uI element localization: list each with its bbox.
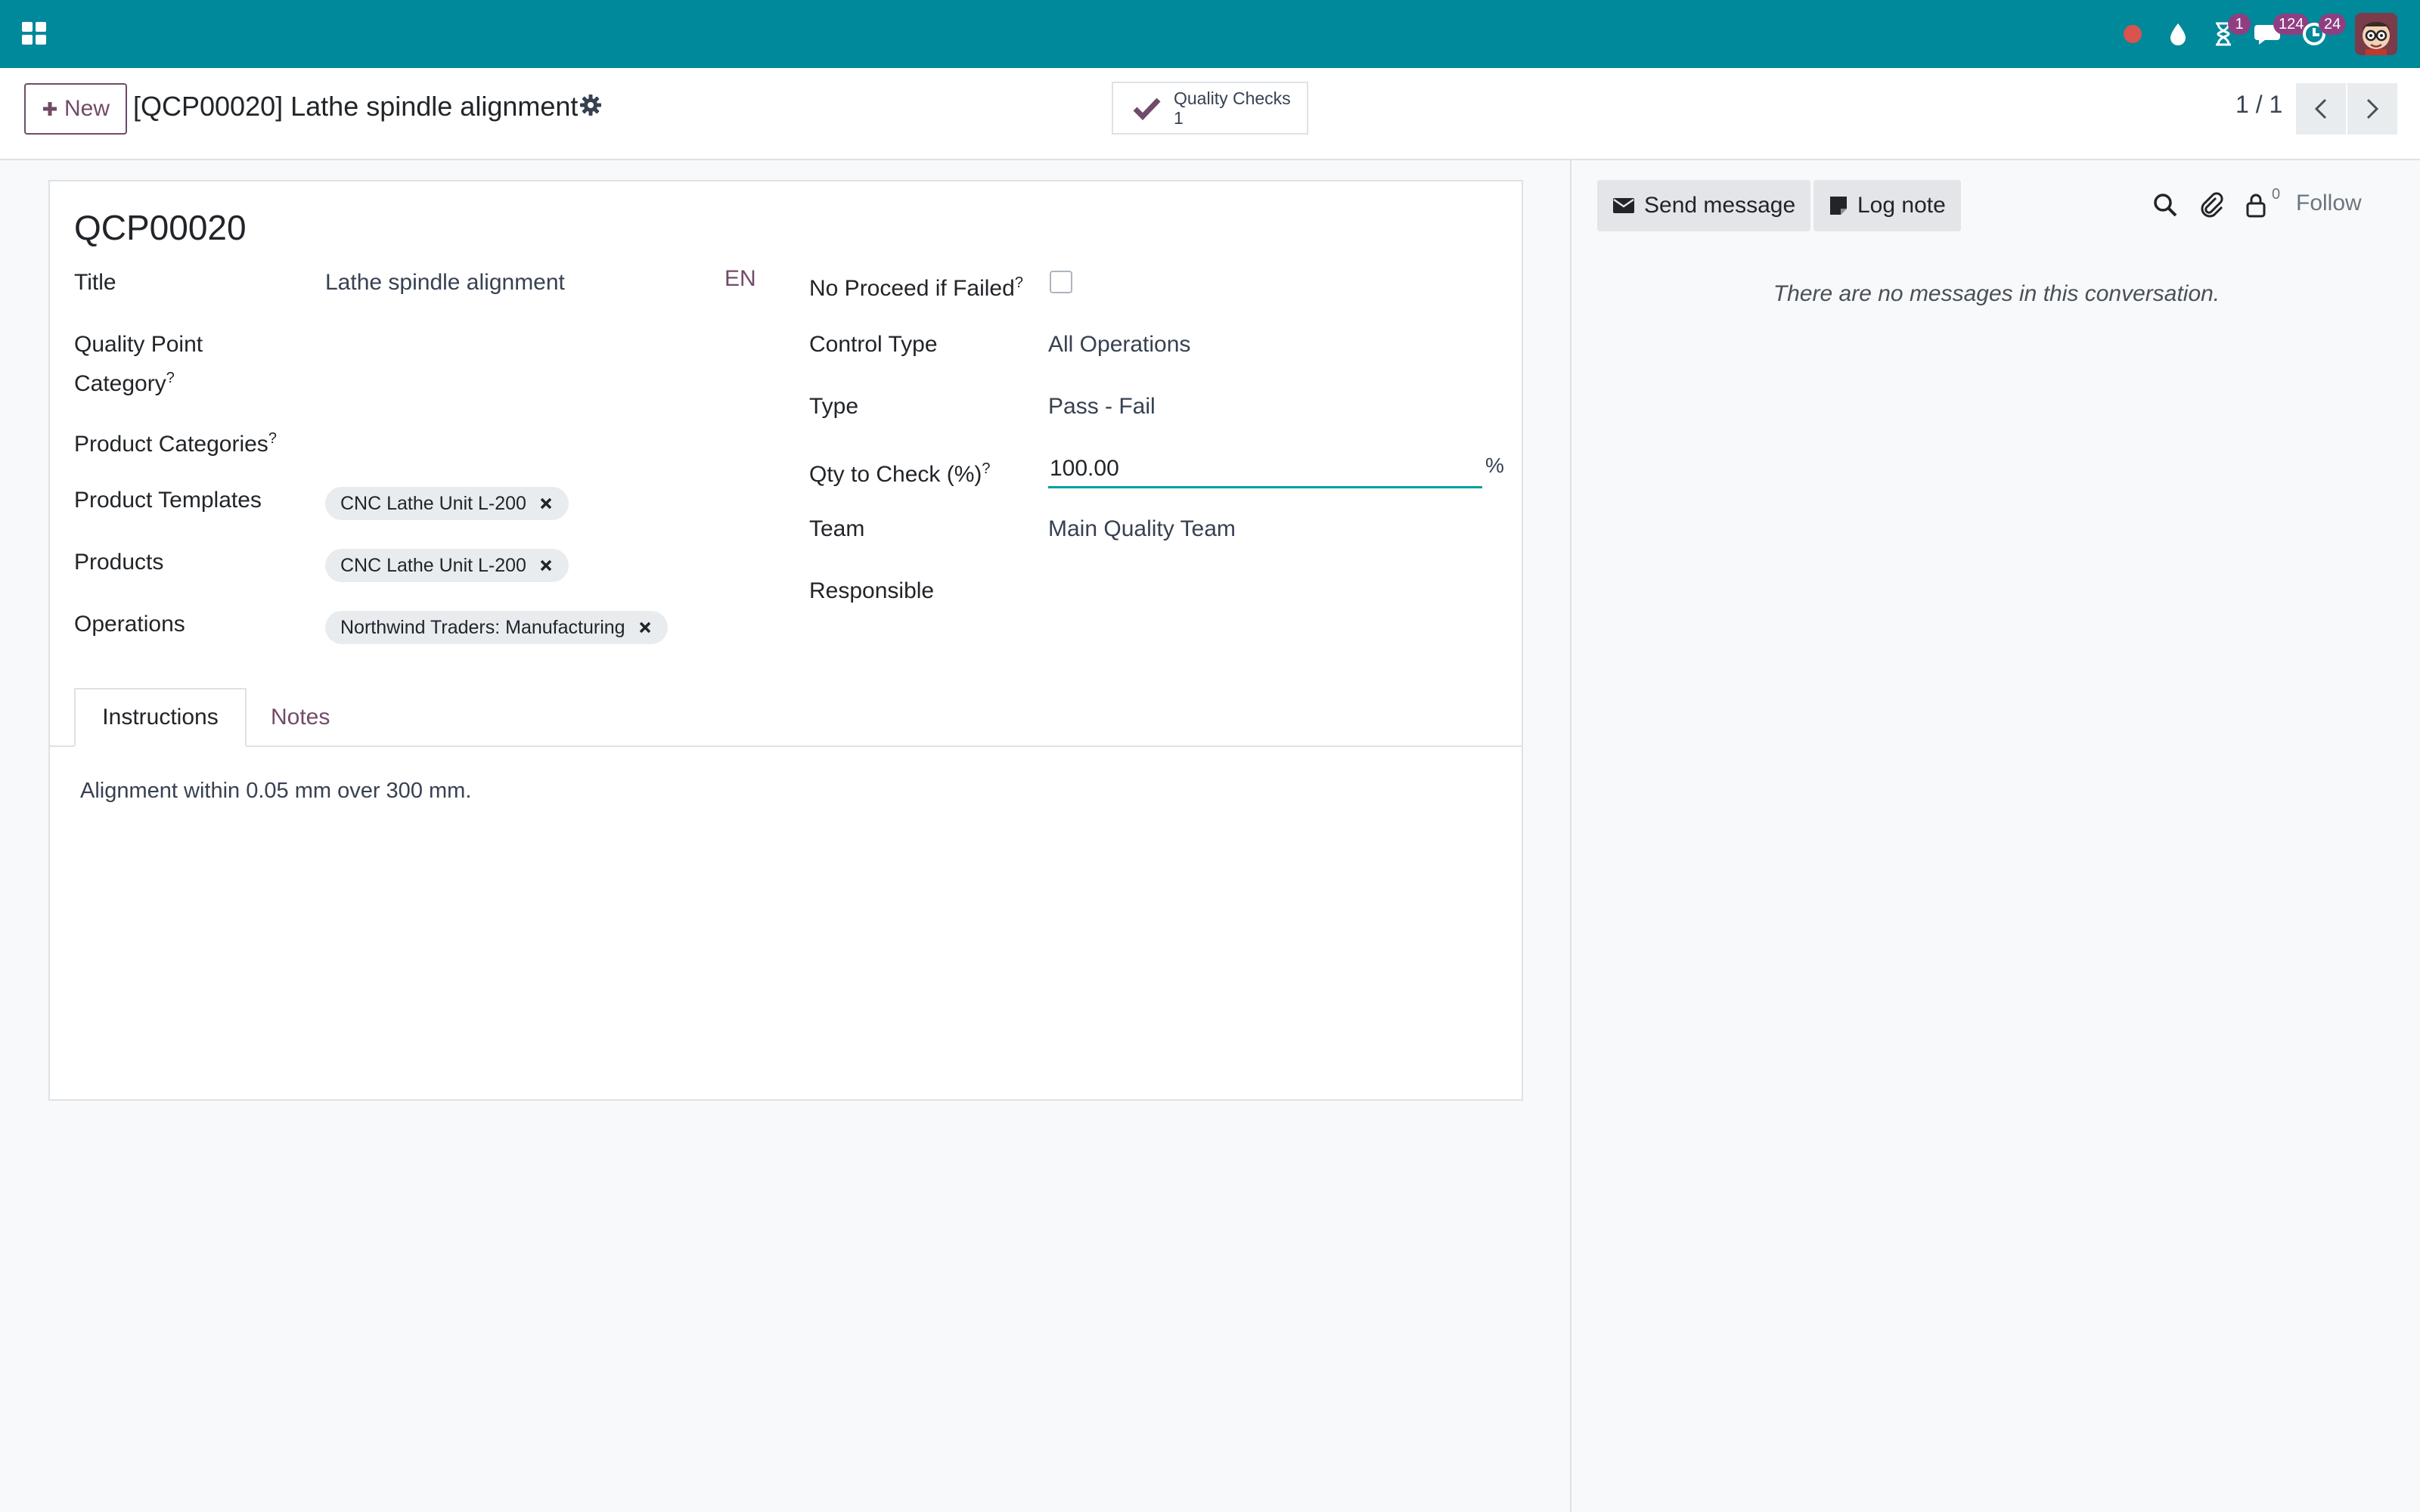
language-button[interactable]: EN (724, 266, 756, 292)
responsible-label: Responsible (809, 578, 935, 603)
tag-label: Northwind Traders: Manufacturing (340, 616, 625, 638)
pager-previous-button[interactable] (2296, 83, 2346, 135)
type-value[interactable]: Pass - Fail (1048, 390, 1156, 423)
quality-checks-smart-button[interactable]: Quality Checks 1 (1112, 82, 1308, 135)
team-value[interactable]: Main Quality Team (1048, 513, 1236, 546)
plus-icon (42, 102, 57, 116)
activity-badge: 24 (2319, 14, 2347, 35)
drop-icon (2170, 23, 2186, 45)
systray-activities[interactable]: 1 (2201, 0, 2251, 68)
product-template-tag: CNC Lathe Unit L-200 (325, 487, 569, 520)
pager-next-button[interactable] (2347, 83, 2397, 135)
tabs-divider (50, 745, 1522, 747)
followers-count: 0 (2272, 186, 2281, 203)
empty-conversation-text: There are no messages in this conversati… (1773, 281, 2220, 306)
send-message-button[interactable]: Send message (1597, 180, 1811, 231)
avatar[interactable] (2355, 13, 2397, 55)
search-icon[interactable] (2152, 192, 2178, 218)
systray: 1 124 24 (2110, 0, 2397, 68)
product-categories-label-text: Product Categories (74, 432, 268, 457)
help-mark[interactable]: ? (268, 430, 277, 447)
help-mark[interactable]: ? (982, 460, 990, 477)
page-title: [QCP00020] Lathe spindle alignment (133, 91, 579, 122)
systray-recording[interactable] (2110, 0, 2155, 68)
control-type-value[interactable]: All Operations (1048, 328, 1190, 361)
check-icon (1133, 98, 1161, 121)
followers-icon[interactable] (2243, 192, 2269, 218)
help-mark[interactable]: ? (166, 370, 175, 386)
qp-category-label-line2: Category (74, 371, 166, 396)
chatter-divider (1570, 160, 1571, 1512)
smart-button-label: Quality Checks (1174, 88, 1291, 108)
help-mark[interactable]: ? (1015, 274, 1023, 291)
quality-point-category-label: Quality Point (74, 328, 203, 361)
envelope-icon (1613, 198, 1634, 213)
log-note-button[interactable]: Log note (1813, 180, 1961, 231)
pager-value[interactable]: 1 / 1 (2235, 91, 2282, 119)
new-button-label: New (64, 96, 110, 121)
no-proceed-label-text: No Proceed if Failed (809, 276, 1015, 301)
operation-tag: Northwind Traders: Manufacturing (325, 611, 668, 644)
systray-drop[interactable] (2155, 0, 2201, 68)
products-label: Products (74, 550, 164, 575)
product-templates-label: Product Templates (74, 488, 262, 513)
control-type-label: Control Type (809, 332, 938, 357)
tag-label: CNC Lathe Unit L-200 (340, 554, 526, 576)
apps-grid-icon[interactable] (21, 20, 48, 47)
product-categories-label: Product Categories? (74, 422, 277, 461)
qty-to-check-input[interactable] (1048, 451, 1482, 488)
qp-category-label-line1: Quality Point (74, 332, 203, 357)
control-panel: New [QCP00020] Lathe spindle alignment Q… (0, 68, 2420, 160)
title-value[interactable]: Lathe spindle alignment (325, 266, 565, 299)
tag-label: CNC Lathe Unit L-200 (340, 492, 526, 514)
close-icon[interactable] (638, 620, 653, 635)
tab-instructions[interactable]: Instructions (74, 688, 247, 747)
type-label: Type (809, 394, 859, 419)
qty-label-text: Qty to Check (%) (809, 462, 982, 487)
instructions-text[interactable]: Alignment within 0.05 mm over 300 mm. (80, 779, 471, 804)
qty-unit: % (1485, 454, 1504, 477)
no-proceed-checkbox[interactable] (1050, 271, 1072, 293)
gear-icon[interactable] (579, 94, 602, 116)
log-note-label: Log note (1857, 193, 1946, 218)
systray-activity-clock[interactable]: 24 (2291, 0, 2347, 68)
form-sheet: QCP00020 Title Lathe spindle alignment E… (48, 180, 1523, 1101)
chevron-right-icon (2366, 98, 2379, 119)
qty-to-check-label: Qty to Check (%)? (809, 452, 991, 491)
close-icon[interactable] (538, 496, 554, 511)
team-label: Team (809, 516, 865, 541)
title-label: Title (74, 270, 116, 295)
operations-label: Operations (74, 612, 185, 637)
no-proceed-label: No Proceed if Failed? (809, 266, 1023, 305)
new-button[interactable]: New (24, 83, 127, 135)
send-message-label: Send message (1644, 193, 1796, 218)
record-reference: QCP00020 (74, 208, 247, 247)
tab-notes[interactable]: Notes (271, 689, 330, 745)
paperclip-icon[interactable] (2199, 192, 2225, 218)
follow-button[interactable]: Follow (2296, 191, 2362, 216)
chevron-left-icon (2314, 98, 2327, 119)
systray-messages[interactable]: 124 (2246, 0, 2310, 68)
product-tag: CNC Lathe Unit L-200 (325, 549, 569, 582)
quality-point-category-label-2: Category? (74, 361, 175, 401)
note-icon (1830, 197, 1847, 215)
smart-button-count: 1 (1174, 108, 1184, 128)
top-navbar: 1 124 24 (0, 0, 2420, 68)
close-icon[interactable] (538, 558, 554, 573)
recording-dot-icon (2124, 25, 2142, 43)
user-avatar-icon (2355, 13, 2397, 55)
